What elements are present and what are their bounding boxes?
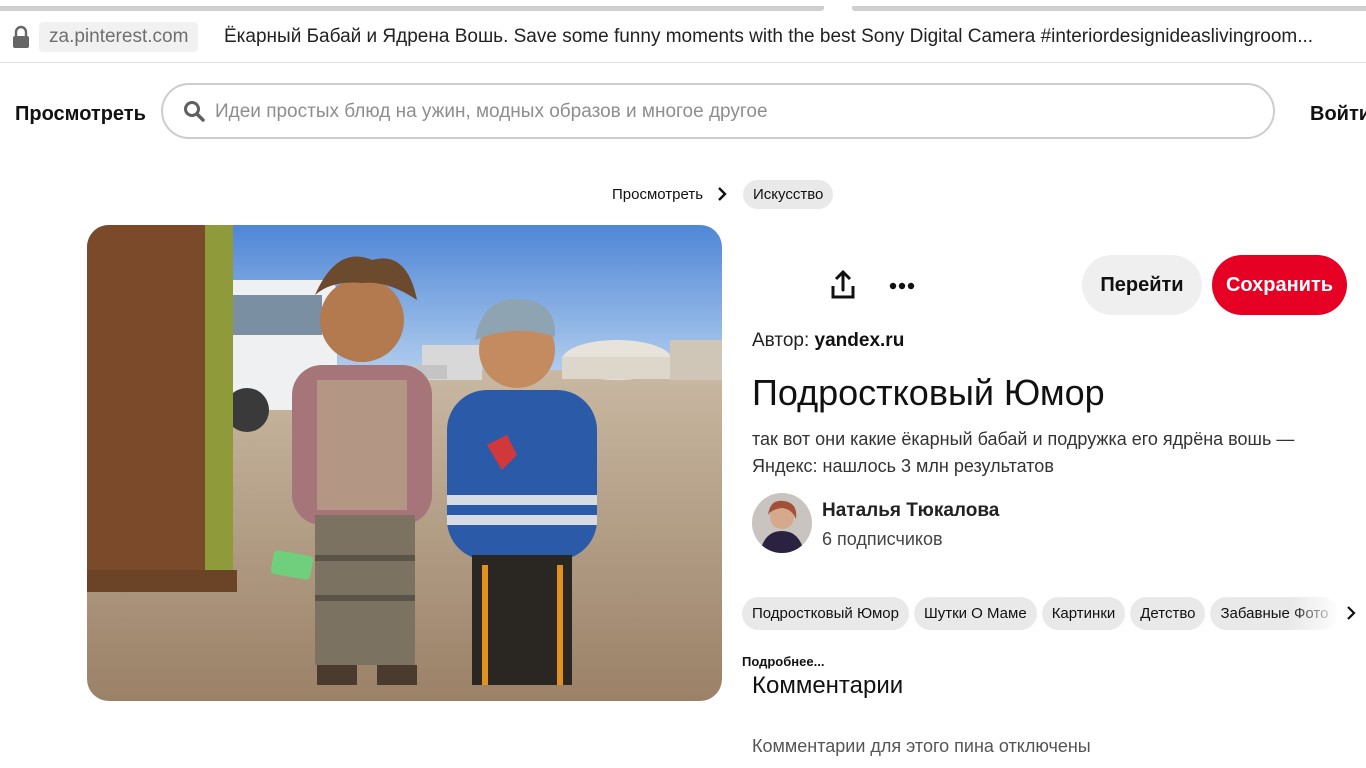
avatar[interactable] (752, 493, 812, 553)
nav-browse-link[interactable]: Просмотреть (15, 100, 146, 128)
pin-source: Автор: yandex.ru (752, 328, 904, 354)
tag-chip[interactable]: Детство (1130, 597, 1206, 630)
pin-source-link[interactable]: yandex.ru (815, 330, 905, 351)
tag-chip[interactable]: Подростковый Юмор (742, 597, 909, 630)
lock-icon[interactable] (8, 24, 34, 52)
address-page-title[interactable]: Ёкарный Бабай и Ядрена Вошь. Save some f… (224, 22, 1358, 52)
pin-description: так вот они какие ёкарный бабай и подруж… (752, 429, 1295, 476)
browser-tab-strip-right (852, 6, 1366, 11)
more-options-button[interactable] (880, 264, 924, 308)
creator-name[interactable]: Наталья Тюкалова (822, 498, 999, 524)
search-icon (183, 100, 205, 122)
breadcrumb-category[interactable]: Искусство (743, 180, 834, 209)
tag-chip[interactable]: Картинки (1041, 597, 1126, 630)
comments-heading: Комментарии (752, 672, 904, 699)
address-domain[interactable]: za.pinterest.com (39, 22, 199, 52)
browser-address-bar[interactable]: za.pinterest.com Ёкарный Бабай и Ядрена … (0, 14, 1366, 63)
ellipsis-icon (880, 282, 924, 312)
search-bar[interactable] (161, 83, 1275, 139)
comments-disabled-text: Комментарии для этого пина отключены (752, 736, 1091, 756)
pin-image[interactable] (87, 225, 722, 701)
share-button[interactable] (821, 264, 865, 308)
share-upload-icon (821, 270, 865, 312)
pin-title: Подростковый Юмор (752, 372, 1105, 413)
login-button[interactable]: Войти (1310, 100, 1366, 128)
browser-tab-strip-left (0, 6, 824, 11)
search-input[interactable] (213, 93, 1257, 131)
tag-chip[interactable]: Шутки О Маме (913, 597, 1037, 630)
more-details-link[interactable]: Подробнее... (742, 653, 824, 671)
pin-source-prefix: Автор: (752, 330, 810, 351)
creator-followers: 6 подписчиков (822, 529, 943, 549)
save-button[interactable]: Сохранить (1212, 255, 1347, 315)
tag-list-fade (1290, 597, 1342, 631)
breadcrumb-browse[interactable]: Просмотреть (612, 184, 703, 206)
tag-list: Подростковый Юмор Шутки О Маме Картинки Дет… (742, 597, 1342, 631)
visit-button[interactable]: Перейти (1082, 255, 1202, 315)
chevron-right-icon[interactable] (1345, 604, 1357, 622)
chevron-right-icon (716, 186, 728, 202)
